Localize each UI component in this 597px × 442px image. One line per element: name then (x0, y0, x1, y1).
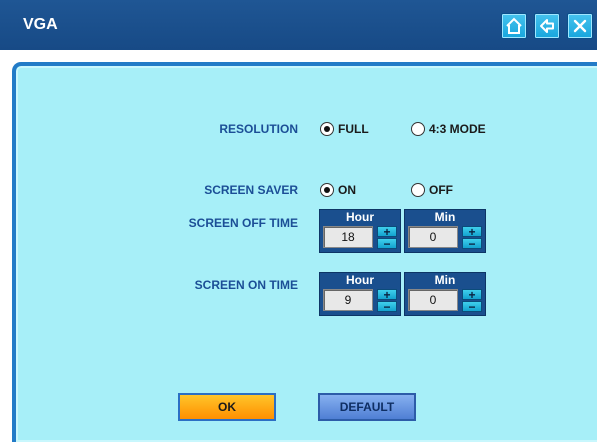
home-icon (506, 17, 522, 34)
back-arrow-icon (540, 19, 554, 33)
back-button[interactable] (534, 13, 560, 39)
screen-off-hour-decrement-button[interactable]: − (377, 238, 397, 250)
screen-saver-on-radio[interactable] (320, 183, 334, 197)
screen-on-time-label: SCREEN ON TIME (194, 278, 298, 292)
screen-on-min-increment-button[interactable]: + (462, 289, 482, 301)
screen-off-min-spinner: Min 0 + − (404, 209, 486, 253)
screen-on-hour-spinner: Hour 9 + − (319, 272, 401, 316)
spinner-header: Min (434, 273, 456, 287)
ok-button[interactable]: OK (178, 393, 276, 421)
screen-on-hour-increment-button[interactable]: + (377, 289, 397, 301)
screen-off-hour-increment-button[interactable]: + (377, 226, 397, 238)
screen-off-hour-value[interactable]: 18 (323, 226, 373, 248)
window-title: VGA (23, 16, 58, 33)
screen-saver-on-label: ON (338, 183, 356, 197)
title-bar: VGA (0, 0, 597, 50)
home-button[interactable] (501, 13, 527, 39)
screen-saver-off-label: OFF (429, 183, 453, 197)
resolution-4-3-label: 4:3 MODE (429, 122, 486, 136)
screen-off-min-decrement-button[interactable]: − (462, 238, 482, 250)
screen-on-min-spinner: Min 0 + − (404, 272, 486, 316)
resolution-full-radio[interactable] (320, 122, 334, 136)
spinner-header: Hour (346, 210, 374, 224)
screen-on-hour-value[interactable]: 9 (323, 289, 373, 311)
close-button[interactable] (567, 13, 593, 39)
screen-saver-off-radio[interactable] (411, 183, 425, 197)
settings-panel (12, 62, 597, 442)
resolution-4-3-radio[interactable] (411, 122, 425, 136)
screen-off-min-value[interactable]: 0 (408, 226, 458, 248)
default-button[interactable]: DEFAULT (318, 393, 416, 421)
resolution-full-label: FULL (338, 122, 369, 136)
screen-on-min-decrement-button[interactable]: − (462, 301, 482, 313)
screen-off-min-increment-button[interactable]: + (462, 226, 482, 238)
spinner-header: Min (434, 210, 456, 224)
screen-off-time-label: SCREEN OFF TIME (188, 216, 298, 230)
close-icon (573, 19, 587, 33)
screen-saver-label: SCREEN SAVER (204, 183, 298, 197)
screen-on-hour-decrement-button[interactable]: − (377, 301, 397, 313)
screen-on-min-value[interactable]: 0 (408, 289, 458, 311)
screen-off-hour-spinner: Hour 18 + − (319, 209, 401, 253)
spinner-header: Hour (346, 273, 374, 287)
resolution-label: RESOLUTION (219, 122, 298, 136)
